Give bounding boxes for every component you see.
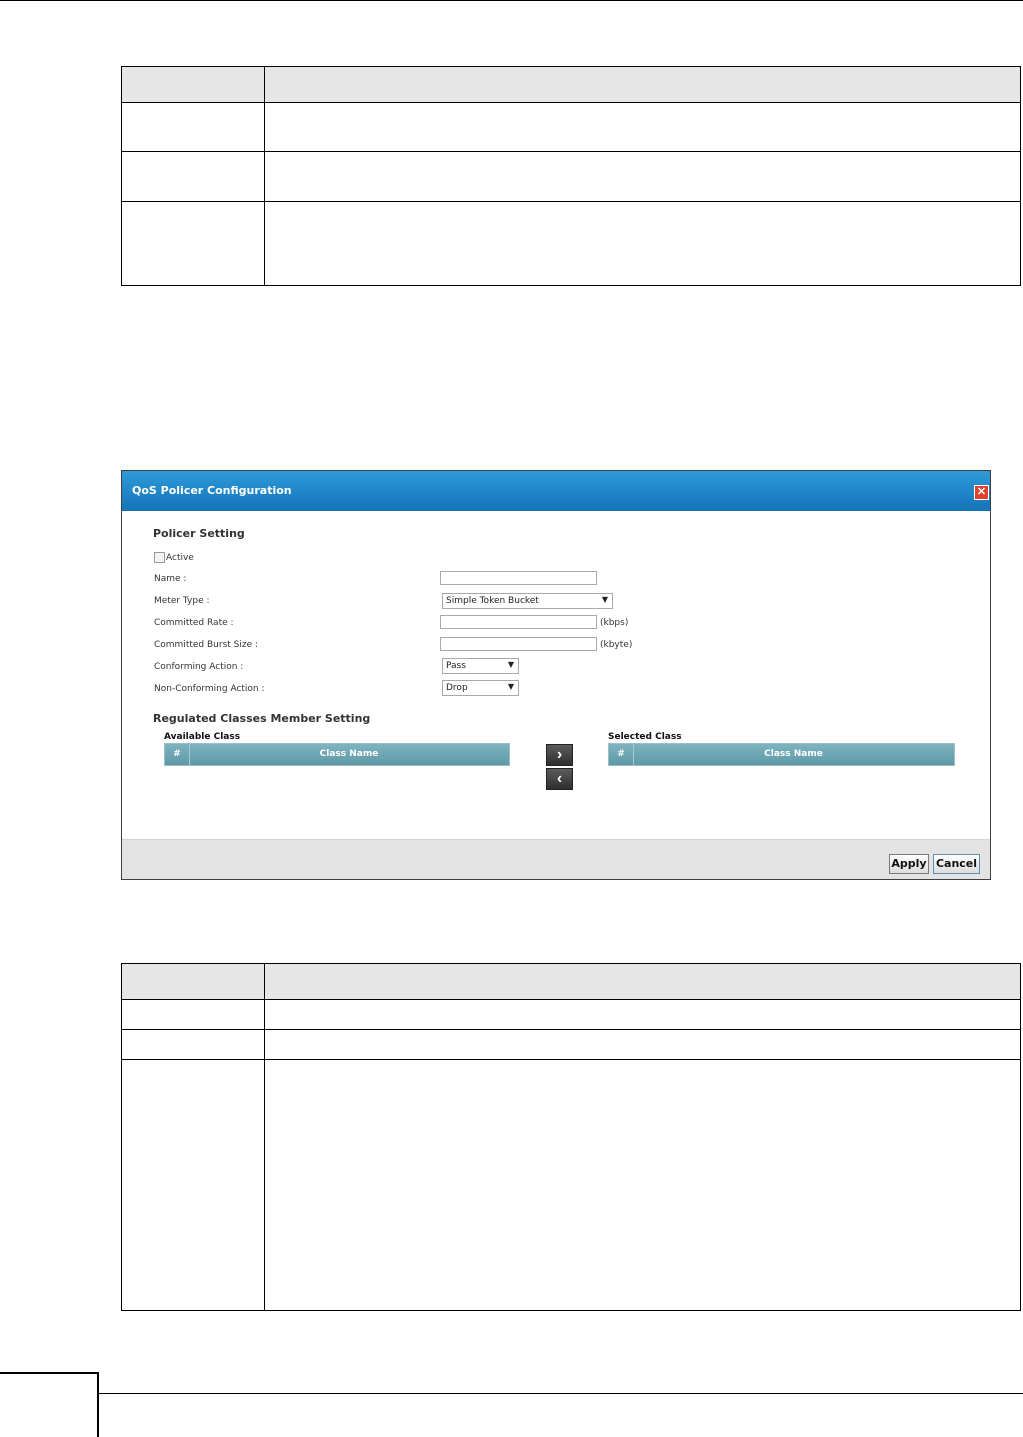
dialog-title: QoS Policer Configuration: [132, 484, 292, 497]
description-table-bottom: [121, 963, 1021, 1311]
available-class-label: Available Class: [164, 732, 241, 742]
table-cell: [264, 1059, 1021, 1311]
description-table-top: [121, 66, 1021, 286]
meter-type-label: Meter Type :: [154, 596, 210, 606]
table-row: [121, 102, 1021, 152]
page-header-rule: [0, 0, 1023, 1]
name-input[interactable]: [440, 571, 597, 585]
table-cell: [264, 201, 1021, 286]
dropdown-arrow-icon: ▼: [507, 660, 514, 669]
selected-class-label: Selected Class: [608, 732, 682, 742]
table-cell: [121, 102, 265, 152]
conforming-action-select[interactable]: Pass ▼: [442, 658, 519, 674]
move-left-button[interactable]: ‹: [546, 768, 573, 790]
committed-rate-input[interactable]: [440, 615, 597, 629]
nonconforming-action-value: Drop: [446, 683, 468, 693]
table-cell: [264, 999, 1021, 1030]
table-row: [121, 1029, 1021, 1060]
chevron-right-icon: ›: [556, 746, 563, 763]
cancel-button[interactable]: Cancel: [933, 854, 980, 874]
table-cell: [264, 102, 1021, 152]
table-row: [121, 999, 1021, 1030]
committed-burst-unit: (kbyte): [600, 640, 633, 650]
table-cell: [121, 1029, 265, 1060]
table-header-cell: [264, 66, 1021, 103]
table-cell: [121, 1059, 265, 1311]
table-cell: [121, 201, 265, 286]
meter-type-select[interactable]: Simple Token Bucket ▼: [442, 593, 613, 609]
qos-policer-dialog: QoS Policer Configuration ✕ Policer Sett…: [121, 470, 991, 880]
table-row: [121, 201, 1021, 286]
apply-button[interactable]: Apply: [889, 854, 929, 874]
table-cell: [121, 151, 265, 202]
table-header-row: [121, 66, 1021, 103]
table-row: [121, 151, 1021, 202]
dialog-header: QoS Policer Configuration ✕: [122, 471, 990, 511]
active-label: Active: [166, 553, 194, 563]
table-header-row: [121, 963, 1021, 1000]
table-header-cell: [121, 66, 265, 103]
available-class-list-header: # Class Name: [164, 743, 510, 766]
table-cell: [264, 1029, 1021, 1060]
conforming-action-value: Pass: [446, 661, 466, 671]
table-cell: [264, 151, 1021, 202]
column-number-header: #: [165, 744, 190, 765]
selected-class-list-header: # Class Name: [608, 743, 955, 766]
dropdown-arrow-icon: ▼: [507, 682, 514, 691]
page-footer-rule: [99, 1393, 1023, 1394]
page-number-box: [0, 1372, 99, 1437]
column-class-name-header[interactable]: Class Name: [189, 744, 509, 765]
committed-burst-label: Committed Burst Size :: [154, 640, 259, 650]
committed-rate-label: Committed Rate :: [154, 618, 234, 628]
table-header-cell: [121, 963, 265, 1000]
column-number-header: #: [609, 744, 634, 765]
column-class-name-header[interactable]: Class Name: [633, 744, 954, 765]
active-checkbox[interactable]: [154, 552, 165, 563]
table-cell: [121, 999, 265, 1030]
nonconforming-action-select[interactable]: Drop ▼: [442, 680, 519, 696]
table-row: [121, 1059, 1021, 1311]
table-header-cell: [264, 963, 1021, 1000]
conforming-action-label: Conforming Action :: [154, 662, 244, 672]
meter-type-value: Simple Token Bucket: [446, 596, 539, 606]
close-icon[interactable]: ✕: [974, 485, 989, 500]
regulated-classes-title: Regulated Classes Member Setting: [153, 712, 371, 725]
nonconforming-action-label: Non-Conforming Action :: [154, 684, 265, 694]
move-right-button[interactable]: ›: [546, 744, 573, 766]
committed-burst-input[interactable]: [440, 637, 597, 651]
chevron-left-icon: ‹: [556, 770, 563, 787]
policer-setting-title: Policer Setting: [153, 527, 245, 540]
dialog-footer: Apply Cancel: [122, 839, 990, 879]
dropdown-arrow-icon: ▼: [601, 595, 608, 604]
name-label: Name :: [154, 574, 187, 584]
committed-rate-unit: (kbps): [600, 618, 629, 628]
